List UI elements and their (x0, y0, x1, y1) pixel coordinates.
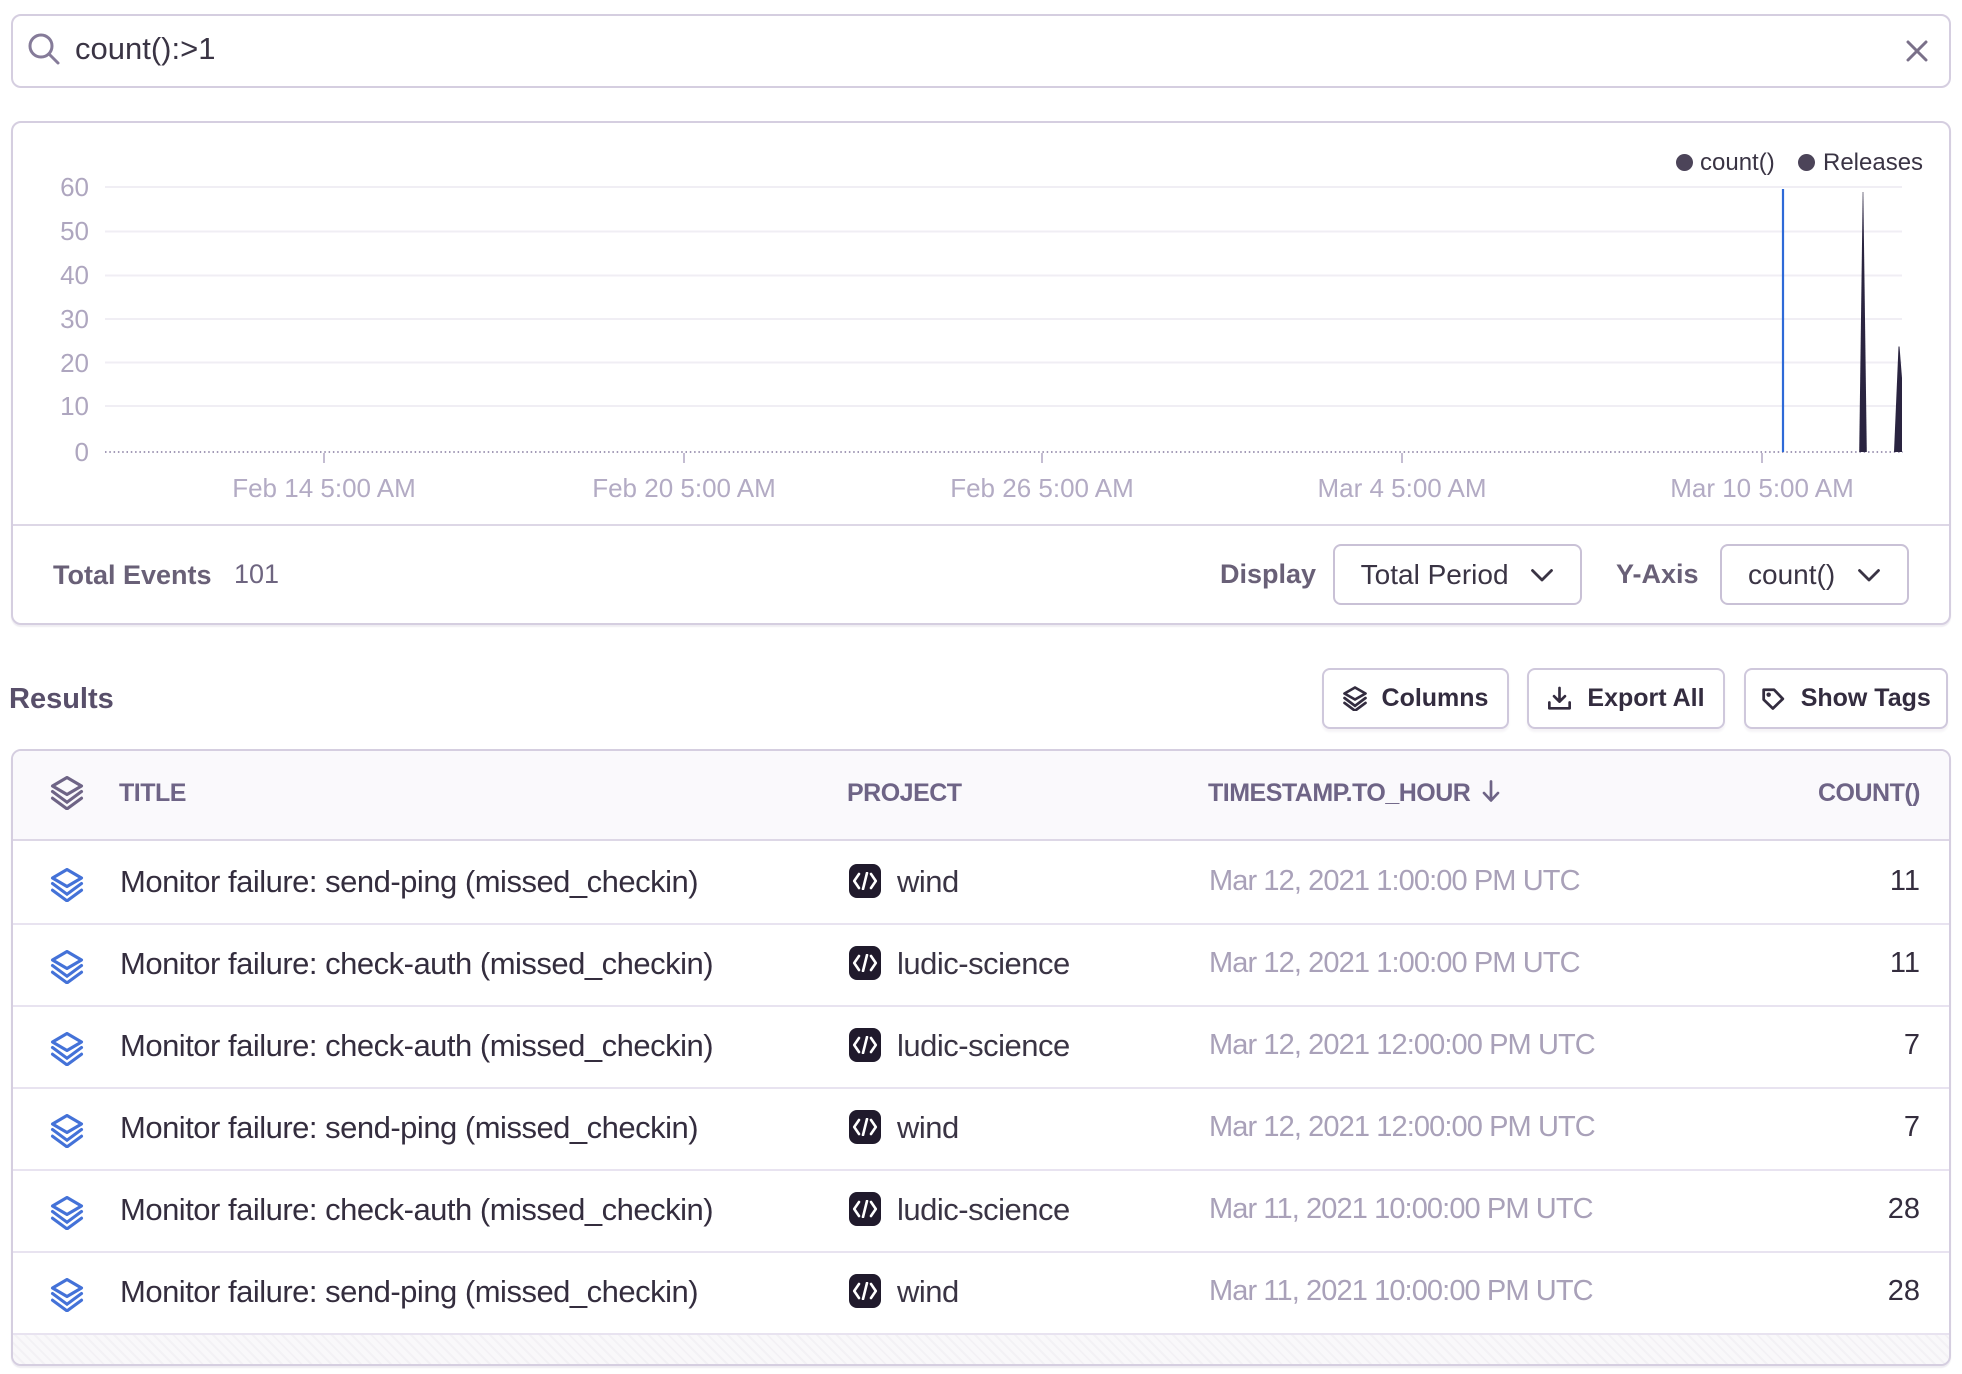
svg-text:Feb 26 5:00 AM: Feb 26 5:00 AM (950, 473, 1134, 503)
svg-text:10: 10 (60, 391, 89, 421)
svg-text:Feb 14 5:00 AM: Feb 14 5:00 AM (232, 473, 416, 503)
svg-text:50: 50 (60, 216, 89, 246)
svg-text:0: 0 (75, 437, 89, 467)
svg-text:Feb 20 5:00 AM: Feb 20 5:00 AM (592, 473, 776, 503)
svg-text:60: 60 (60, 172, 89, 202)
svg-text:Mar 10 5:00 AM: Mar 10 5:00 AM (1670, 473, 1854, 503)
svg-text:40: 40 (60, 260, 89, 290)
svg-text:Mar 4 5:00 AM: Mar 4 5:00 AM (1317, 473, 1486, 503)
svg-text:30: 30 (60, 304, 89, 334)
svg-text:20: 20 (60, 348, 89, 378)
